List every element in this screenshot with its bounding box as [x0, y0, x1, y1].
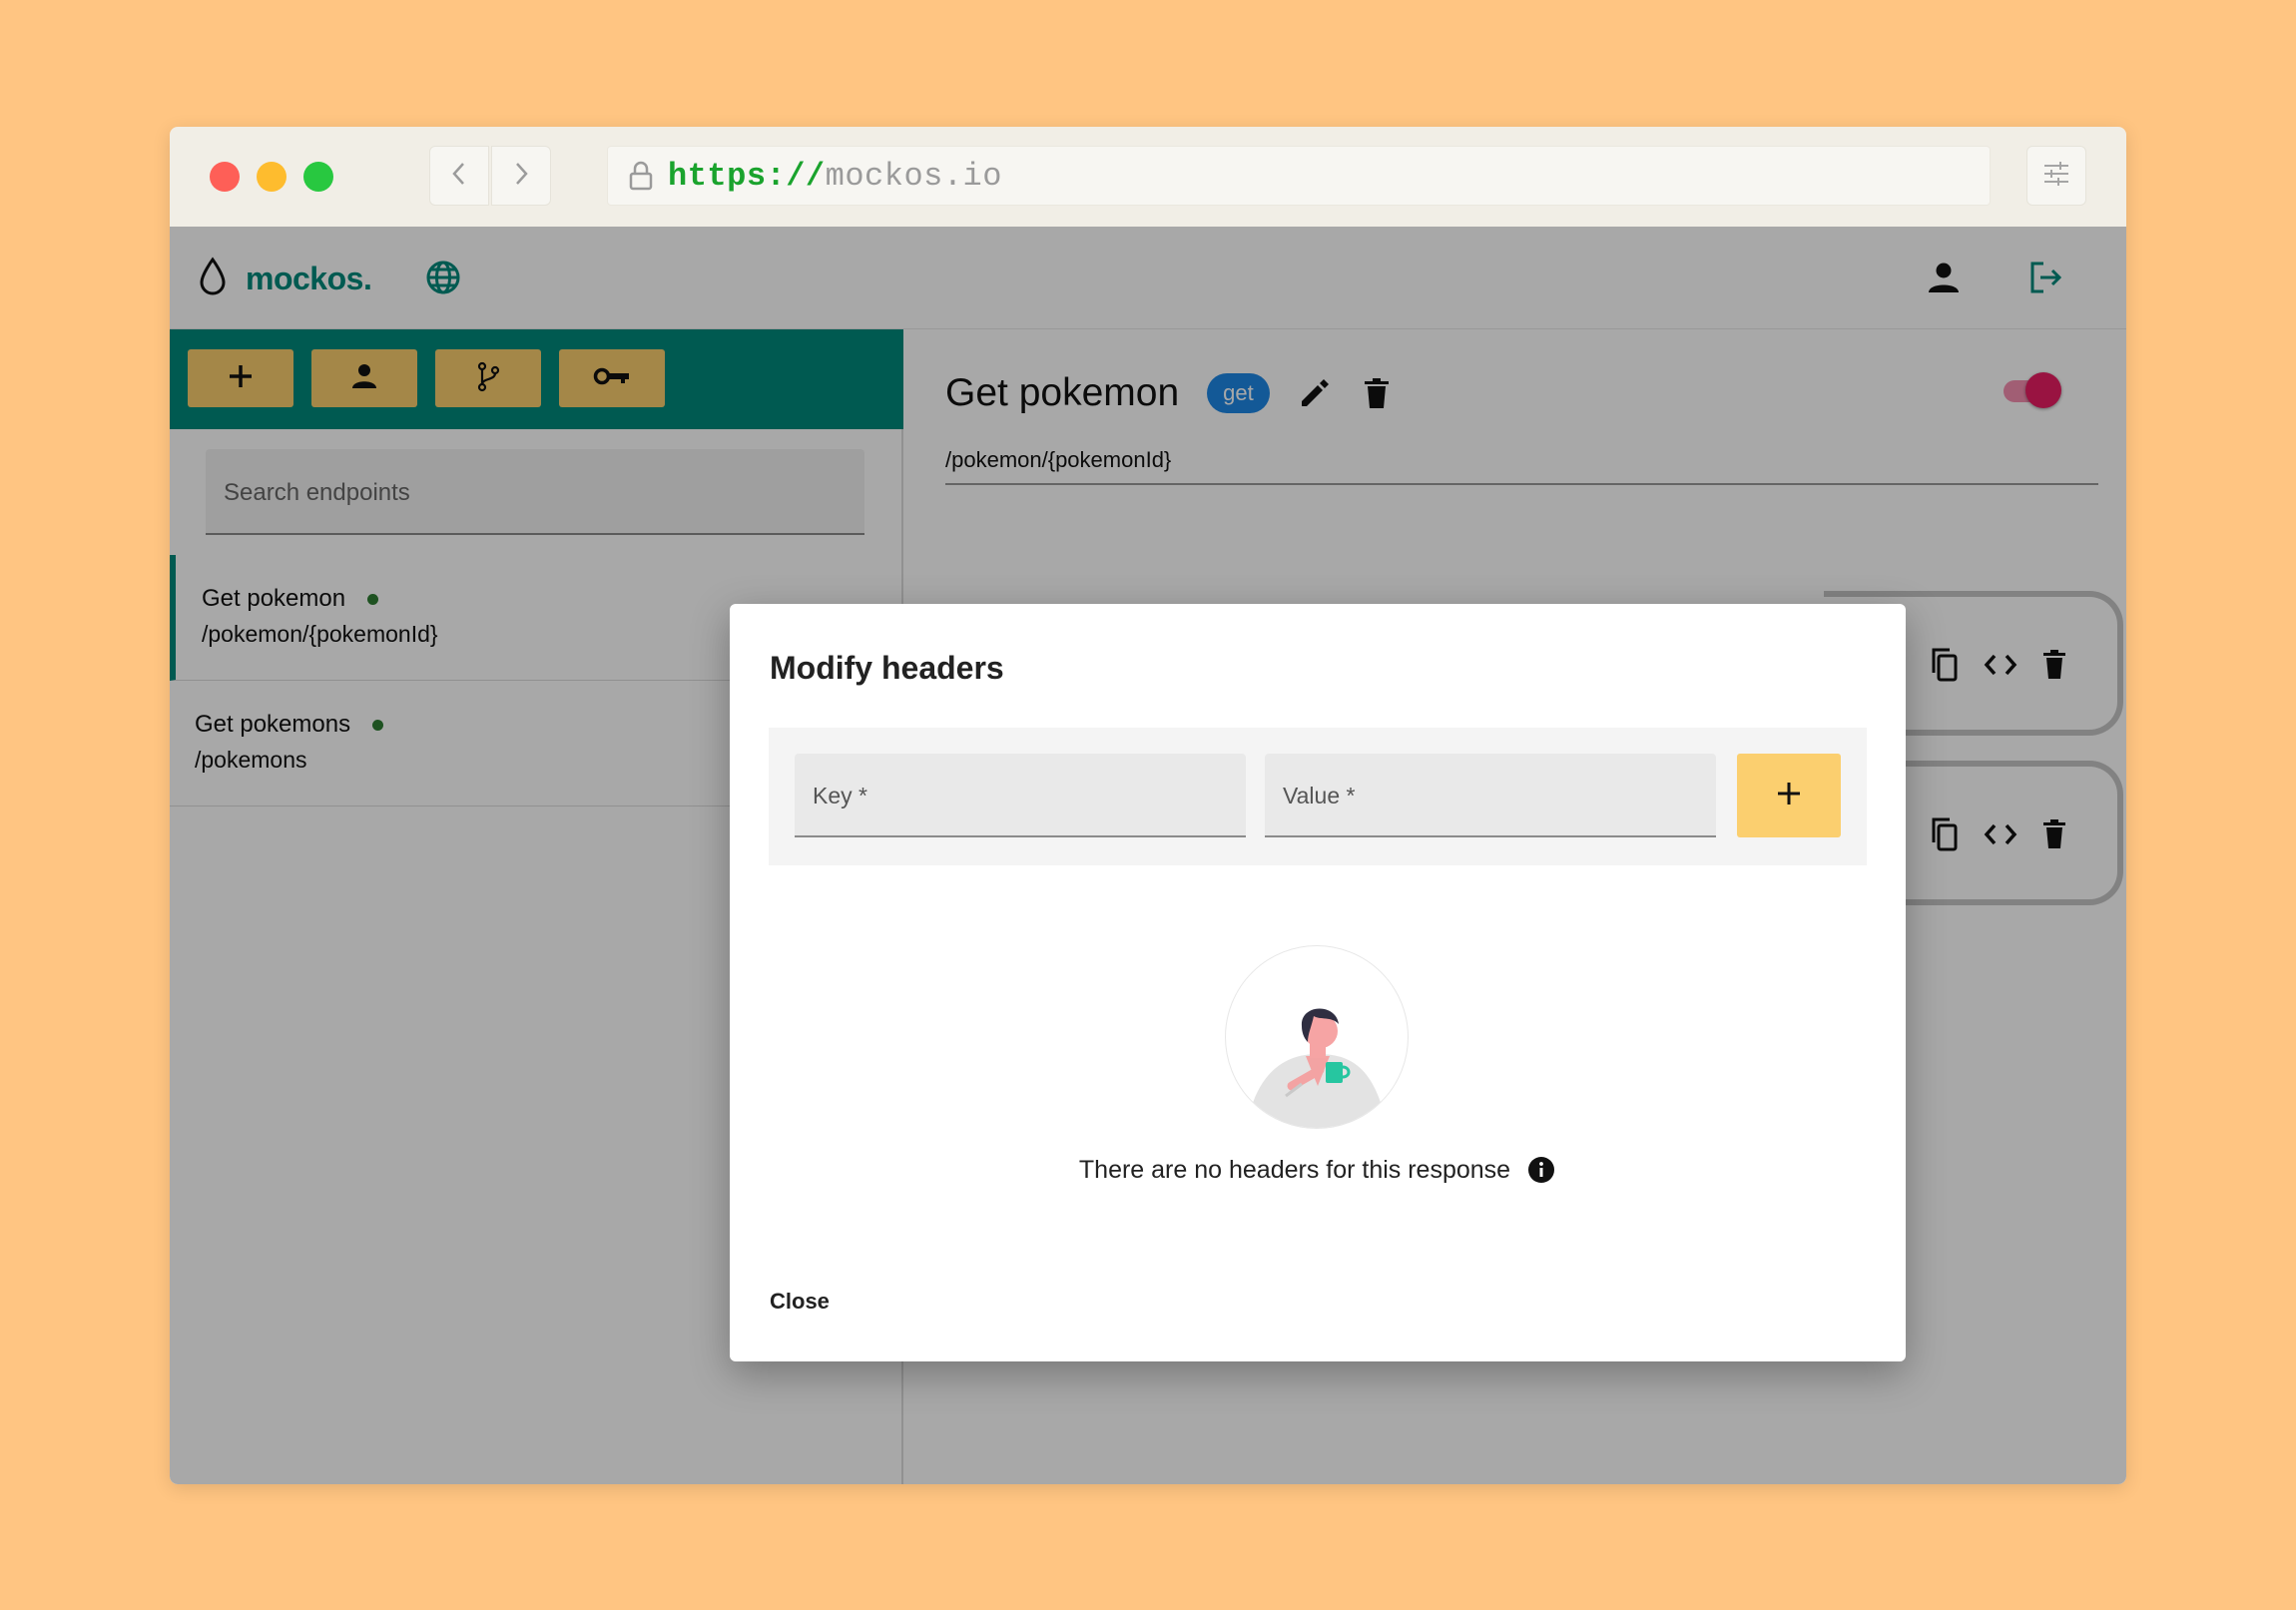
minimize-window-button[interactable]: [257, 162, 287, 192]
browser-settings-button[interactable]: [2026, 146, 2086, 206]
browser-window: https://mockos.io mockos. Search endpoin…: [170, 127, 2126, 1484]
url-scheme: https://: [668, 157, 826, 195]
info-icon[interactable]: [1526, 1155, 1556, 1185]
close-button[interactable]: Close: [770, 1289, 830, 1315]
forward-button[interactable]: [491, 146, 551, 206]
lock-icon: [628, 160, 654, 192]
add-header-button[interactable]: [1737, 754, 1841, 837]
empty-state-message: There are no headers for this response: [1078, 1155, 1511, 1184]
header-value-input[interactable]: Value *: [1265, 754, 1716, 837]
empty-state-illustration: [1225, 945, 1409, 1129]
browser-chrome: https://mockos.io: [170, 127, 2126, 227]
sliders-icon: [2041, 161, 2071, 192]
header-form: Key * Value *: [769, 728, 1867, 865]
plus-icon: [1774, 779, 1804, 813]
close-window-button[interactable]: [210, 162, 240, 192]
url-host: mockos.io: [825, 157, 1002, 195]
maximize-window-button[interactable]: [303, 162, 333, 192]
empty-state: There are no headers for this response: [730, 1155, 1906, 1185]
dialog-title: Modify headers: [770, 650, 1004, 686]
address-bar[interactable]: https://mockos.io: [607, 146, 1991, 206]
back-button[interactable]: [429, 146, 489, 206]
url-text: https://mockos.io: [668, 158, 1002, 195]
modify-headers-dialog: Modify headers Key * Value * There are n…: [730, 604, 1906, 1361]
chevron-left-icon: [449, 160, 469, 193]
chevron-right-icon: [511, 160, 531, 193]
header-key-input[interactable]: Key *: [795, 754, 1246, 837]
